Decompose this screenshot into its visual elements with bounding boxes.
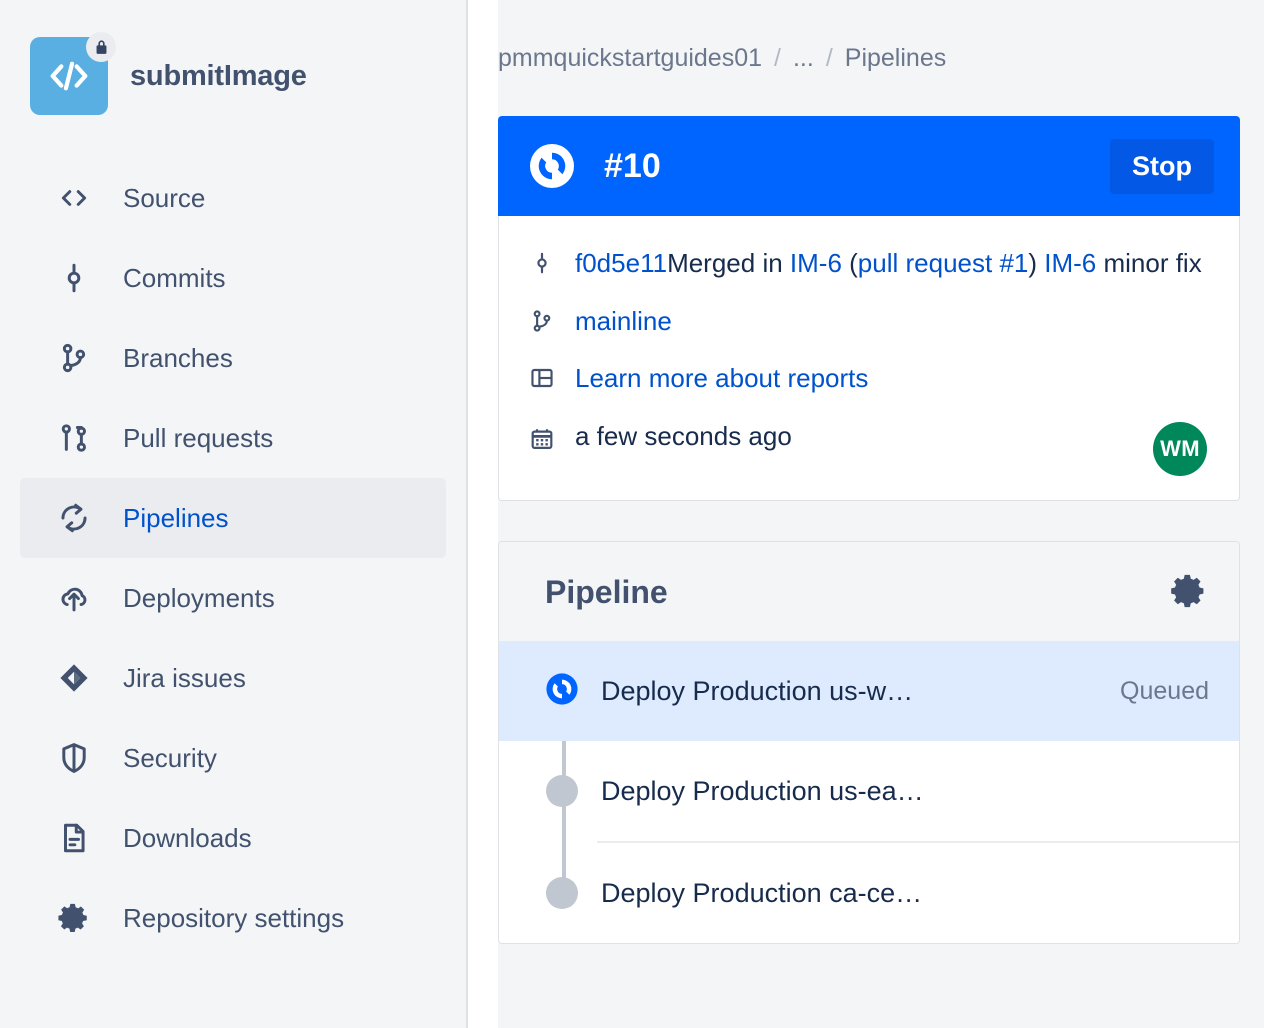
step-label: Deploy Production ca-ce… [601, 878, 922, 909]
pipeline-settings-button[interactable] [1167, 570, 1209, 615]
main-content: pmmquickstartguides01 / ... / Pipelines … [468, 0, 1264, 1028]
commit-message-prefix: Merged in [667, 248, 790, 278]
sidebar-item-branches[interactable]: Branches [20, 318, 446, 398]
calendar-icon [529, 420, 563, 452]
breadcrumb-separator: / [826, 44, 833, 73]
issue-link-2[interactable]: IM-6 [1044, 248, 1096, 278]
pending-dot-icon [546, 775, 578, 807]
repo-name: submitImage [130, 60, 307, 93]
lock-badge [86, 32, 116, 62]
stop-button[interactable]: Stop [1110, 139, 1214, 194]
sidebar-nav: Source Commits [0, 158, 466, 958]
gear-icon [54, 901, 94, 935]
pipeline-step[interactable]: Deploy Production ca-ce… [499, 843, 1239, 943]
step-status-icon-wrapper [545, 775, 579, 807]
branch-row: mainline [529, 302, 1209, 342]
in-progress-icon [545, 672, 579, 711]
build-header: #10 Stop [498, 116, 1240, 216]
pipeline-panel: Pipeline [498, 541, 1240, 944]
commit-icon [529, 244, 563, 276]
content-wrapper: pmmquickstartguides01 / ... / Pipelines … [468, 0, 1264, 944]
commit-message-tail: minor fix [1096, 248, 1201, 278]
app-root: submitImage Source [0, 0, 1264, 1028]
step-status: Queued [1120, 677, 1209, 706]
sidebar-item-downloads[interactable]: Downloads [20, 798, 446, 878]
repo-header[interactable]: submitImage [0, 30, 466, 122]
sidebar-item-label: Commits [123, 263, 226, 294]
deployments-icon [54, 581, 94, 615]
commit-message-row: f0d5e11Merged in IM-6 (pull request #1) … [529, 244, 1209, 284]
reports-row: Learn more about reports [529, 359, 1209, 399]
sidebar-item-repository-settings[interactable]: Repository settings [20, 878, 446, 958]
step-status-icon-wrapper [545, 877, 579, 909]
code-icon [54, 181, 94, 215]
sidebar-item-label: Downloads [123, 823, 252, 854]
commit-hash-link[interactable]: f0d5e11 [575, 248, 667, 278]
commit-icon [54, 261, 94, 295]
sidebar-item-label: Security [123, 743, 217, 774]
breadcrumb-ellipsis[interactable]: ... [793, 44, 814, 73]
sidebar-item-label: Source [123, 183, 205, 214]
branch-link[interactable]: mainline [575, 302, 672, 342]
breadcrumb: pmmquickstartguides01 / ... / Pipelines [498, 0, 1240, 116]
sidebar-item-security[interactable]: Security [20, 718, 446, 798]
sidebar-item-jira-issues[interactable]: Jira issues [20, 638, 446, 718]
build-number: #10 [604, 147, 661, 186]
sidebar-item-label: Deployments [123, 583, 275, 614]
shield-icon [54, 741, 94, 775]
sidebar-item-pull-requests[interactable]: Pull requests [20, 398, 446, 478]
breadcrumb-workspace[interactable]: pmmquickstartguides01 [498, 44, 762, 73]
step-label: Deploy Production us-ea… [601, 776, 924, 807]
sidebar-item-label: Jira issues [123, 663, 246, 694]
pull-request-icon [54, 421, 94, 455]
commit-card: f0d5e11Merged in IM-6 (pull request #1) … [498, 216, 1240, 501]
pipeline-title: Pipeline [545, 574, 668, 611]
branch-icon [529, 302, 563, 334]
lock-icon [93, 39, 110, 56]
gear-icon [1167, 570, 1209, 615]
branch-icon [54, 341, 94, 375]
reports-link[interactable]: Learn more about reports [575, 359, 868, 399]
pipelines-icon [54, 501, 94, 535]
sidebar-item-label: Repository settings [123, 903, 344, 934]
commit-message: f0d5e11Merged in IM-6 (pull request #1) … [575, 244, 1202, 284]
breadcrumb-current: Pipelines [845, 44, 946, 73]
pipeline-header: Pipeline [499, 542, 1239, 641]
sidebar-item-deployments[interactable]: Deployments [20, 558, 446, 638]
in-progress-icon [528, 142, 576, 190]
pipeline-steps: Deploy Production us-w… Queued Deploy Pr… [499, 641, 1239, 943]
step-status-icon-wrapper [545, 672, 579, 711]
breadcrumb-separator: / [774, 44, 781, 73]
pull-request-link[interactable]: pull request #1 [858, 248, 1029, 278]
reports-panel-icon [529, 359, 563, 391]
sidebar: submitImage Source [0, 0, 468, 1028]
issue-link[interactable]: IM-6 [790, 248, 842, 278]
code-brackets-icon [46, 53, 92, 99]
sidebar-item-pipelines[interactable]: Pipelines [20, 478, 446, 558]
paren-close: ) [1028, 248, 1044, 278]
document-icon [54, 821, 94, 855]
sidebar-item-label: Pipelines [123, 503, 229, 534]
pipeline-step[interactable]: Deploy Production us-w… Queued [499, 641, 1239, 741]
repo-avatar-wrapper [30, 37, 108, 115]
jira-icon [54, 661, 94, 695]
sidebar-item-label: Branches [123, 343, 233, 374]
pipeline-step[interactable]: Deploy Production us-ea… [499, 741, 1239, 841]
sidebar-item-source[interactable]: Source [20, 158, 446, 238]
step-label: Deploy Production us-w… [601, 676, 913, 707]
pending-dot-icon [546, 877, 578, 909]
timestamp: a few seconds ago [575, 417, 792, 457]
paren-open: ( [842, 248, 858, 278]
avatar[interactable]: WM [1153, 422, 1207, 476]
sidebar-item-label: Pull requests [123, 423, 273, 454]
timestamp-row: a few seconds ago [529, 417, 1209, 457]
sidebar-item-commits[interactable]: Commits [20, 238, 446, 318]
